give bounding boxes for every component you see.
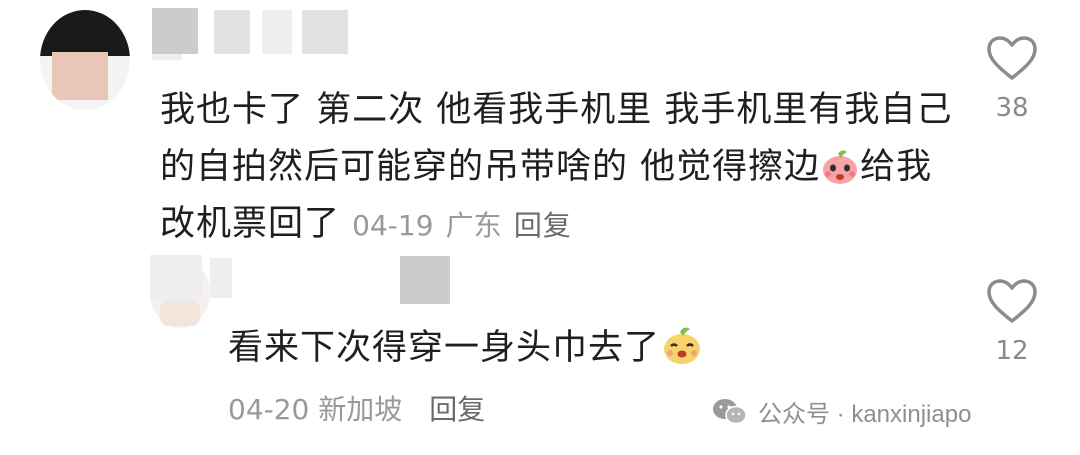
comment-location: 广东 (445, 209, 502, 242)
watermark-prefix: 公众号 · (758, 401, 852, 428)
pouting-peach-emoji-icon (820, 146, 860, 186)
like-button[interactable]: 12 (982, 278, 1042, 366)
like-button[interactable]: 38 (982, 35, 1042, 123)
reply-meta: 04-20 新加坡 回复 (228, 388, 485, 428)
reply-location: 新加坡 (318, 393, 403, 426)
wechat-icon (713, 398, 747, 424)
like-count: 12 (995, 336, 1029, 366)
like-count: 38 (995, 93, 1029, 123)
reply-date: 04-20 (228, 393, 310, 426)
reply-button[interactable]: 回复 (429, 393, 485, 426)
avatar-face-blur (160, 300, 200, 326)
watermark: 公众号 · kanxinjiapo (712, 394, 971, 429)
comment-body: 我也卡了 第二次 他看我手机里 我手机里有我自己的自拍然后可能穿的吊带啥的 他觉… (160, 82, 960, 254)
reply-body: 看来下次得穿一身头巾去了 (228, 322, 928, 374)
reply-text: 看来下次得穿一身头巾去了 (228, 328, 661, 368)
comment-date: 04-19 (352, 209, 434, 242)
avatar[interactable] (40, 10, 130, 110)
heart-icon (987, 36, 1037, 80)
reply-button[interactable]: 回复 (514, 209, 572, 242)
peach-face-emoji-icon (660, 323, 704, 367)
avatar-hair (40, 10, 130, 56)
heart-icon (987, 279, 1037, 323)
watermark-account: kanxinjiapo (851, 401, 972, 428)
avatar-face-blur (52, 52, 108, 100)
